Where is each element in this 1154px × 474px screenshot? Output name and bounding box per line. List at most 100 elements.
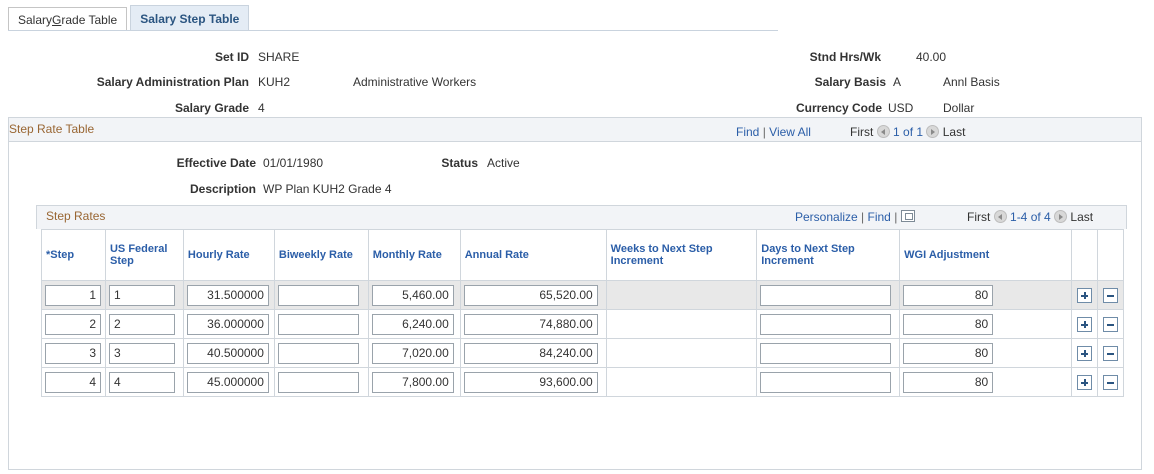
weeks-to-next-step-cell (605, 338, 758, 368)
plan-description: Administrative Workers (353, 75, 477, 89)
monthly-rate-input[interactable]: 7,020.00 (371, 342, 454, 364)
hourly-rate-input[interactable]: 40.500000 (186, 342, 269, 364)
step-rates-title: Step Rates (46, 209, 106, 223)
delete-row-icon[interactable] (1102, 374, 1118, 390)
col-annual-rate: Annual Rate (459, 229, 607, 281)
last-label: Last (942, 125, 966, 139)
annual-rate-input[interactable]: 74,880.00 (463, 313, 598, 335)
delete-row-icon[interactable] (1102, 316, 1118, 332)
monthly-rate-input[interactable]: 5,460.00 (371, 284, 454, 306)
setid-value: SHARE (258, 50, 300, 64)
page-tabs: Salary Grade Table Salary Step Table (8, 5, 252, 31)
biweekly-rate-input[interactable] (277, 284, 359, 306)
step-input[interactable]: 2 (45, 313, 101, 335)
salary-basis-description: Annl Basis (943, 75, 1000, 89)
annual-rate-input[interactable]: 93,600.00 (463, 371, 598, 393)
col-biweekly-rate: Biweekly Rate (273, 229, 369, 281)
nav-separator: | (762, 125, 766, 139)
federal-step-input[interactable]: 1 (108, 284, 175, 306)
grid-last-label: Last (1070, 210, 1094, 224)
biweekly-rate-input[interactable] (277, 371, 359, 393)
biweekly-rate-input[interactable] (277, 313, 359, 335)
weeks-to-next-step-cell (605, 367, 758, 397)
annual-rate-input[interactable]: 65,520.00 (463, 284, 598, 306)
step-input[interactable]: 1 (45, 284, 101, 306)
weeks-to-next-step-cell (605, 280, 758, 310)
monthly-rate-input[interactable]: 6,240.00 (371, 313, 454, 335)
tab-salary-step-table[interactable]: Salary Step Table (130, 5, 250, 31)
description-label: Description (189, 182, 256, 196)
tools-separator: | (861, 210, 865, 224)
status-label: Status (441, 156, 478, 170)
step-rates-tools: Personalize | Find | (795, 210, 915, 224)
federal-step-input[interactable]: 2 (108, 313, 175, 335)
currency-code-value: USD (888, 101, 914, 115)
wgi-adjustment-input[interactable]: 80 (903, 342, 994, 364)
step-rate-table-nav: Find | View All (736, 125, 811, 139)
add-row-icon[interactable] (1076, 374, 1092, 390)
add-row-icon[interactable] (1076, 287, 1092, 303)
effective-date-label: Effective Date (176, 156, 256, 170)
currency-description: Dollar (943, 101, 975, 115)
salary-basis-label: Salary Basis (814, 75, 886, 89)
download-spreadsheet-icon[interactable] (900, 210, 915, 222)
add-row-icon[interactable] (1076, 345, 1092, 361)
view-all-link[interactable]: View All (769, 125, 811, 139)
grid-row-range: 1-4 of 4 (1010, 210, 1051, 224)
next-arrow-icon[interactable] (926, 125, 940, 138)
tab-label-suffix: rade Table (61, 12, 118, 27)
hourly-rate-input[interactable]: 36.000000 (186, 313, 269, 335)
grid-find-link[interactable]: Find (868, 210, 891, 224)
wgi-adjustment-input[interactable]: 80 (903, 284, 994, 306)
personalize-link[interactable]: Personalize (795, 210, 858, 224)
grade-label: Salary Grade (174, 101, 249, 115)
hourly-rate-input[interactable]: 31.500000 (186, 284, 269, 306)
col-us-federal-step: US Federal Step (104, 229, 184, 281)
delete-row-icon[interactable] (1102, 287, 1118, 303)
status-value: Active (487, 156, 520, 170)
tab-label-prefix: Salary (18, 12, 53, 27)
hourly-rate-input[interactable]: 45.000000 (186, 371, 269, 393)
grid-header-row: *Step US Federal Step Hourly Rate Biweek… (41, 229, 1125, 281)
stnd-hours-label: Stnd Hrs/Wk (809, 50, 881, 64)
table-row: 2 2 36.000000 6,240.00 74,880.00 80 (41, 309, 1125, 339)
delete-row-icon[interactable] (1102, 345, 1118, 361)
first-label: First (850, 125, 874, 139)
find-link[interactable]: Find (736, 125, 759, 139)
col-weeks-to-next-step: Weeks to Next Step Increment (605, 229, 758, 281)
monthly-rate-input[interactable]: 7,800.00 (371, 371, 454, 393)
federal-step-input[interactable]: 3 (108, 342, 175, 364)
previous-arrow-icon[interactable] (876, 125, 890, 138)
step-rate-table-pager: First 1 of 1 Last (850, 125, 965, 139)
wgi-adjustment-input[interactable]: 80 (903, 371, 994, 393)
step-rates-grid: *Step US Federal Step Hourly Rate Biweek… (41, 229, 1125, 397)
step-input[interactable]: 3 (45, 342, 101, 364)
step-rates-pager: First 1-4 of 4 Last (967, 210, 1093, 224)
tab-divider (8, 30, 778, 31)
days-to-next-step-input[interactable] (760, 313, 892, 335)
plan-value: KUH2 (258, 75, 291, 89)
tab-salary-grade-table[interactable]: Salary Grade Table (8, 7, 128, 31)
col-monthly-rate: Monthly Rate (367, 229, 461, 281)
grid-previous-arrow-icon[interactable] (993, 210, 1007, 223)
setid-label: Set ID (214, 50, 249, 64)
days-to-next-step-input[interactable] (760, 342, 892, 364)
step-rate-table-title: Step Rate Table (9, 122, 95, 136)
add-row-icon[interactable] (1076, 316, 1092, 332)
table-row: 4 4 45.000000 7,800.00 93,600.00 80 (41, 367, 1125, 397)
wgi-adjustment-input[interactable]: 80 (903, 313, 994, 335)
step-input[interactable]: 4 (45, 371, 101, 393)
grid-next-arrow-icon[interactable] (1054, 210, 1068, 223)
salary-basis-value: A (893, 75, 902, 89)
col-hourly-rate: Hourly Rate (182, 229, 275, 281)
days-to-next-step-input[interactable] (760, 284, 892, 306)
tab-label: Salary Step Table (140, 11, 240, 26)
days-to-next-step-input[interactable] (760, 371, 892, 393)
stnd-hours-value: 40.00 (916, 50, 947, 64)
federal-step-input[interactable]: 4 (108, 371, 175, 393)
annual-rate-input[interactable]: 84,240.00 (463, 342, 598, 364)
currency-code-label: Currency Code (795, 101, 882, 115)
plan-label: Salary Administration Plan (96, 75, 249, 89)
grade-value: 4 (258, 101, 265, 115)
biweekly-rate-input[interactable] (277, 342, 359, 364)
